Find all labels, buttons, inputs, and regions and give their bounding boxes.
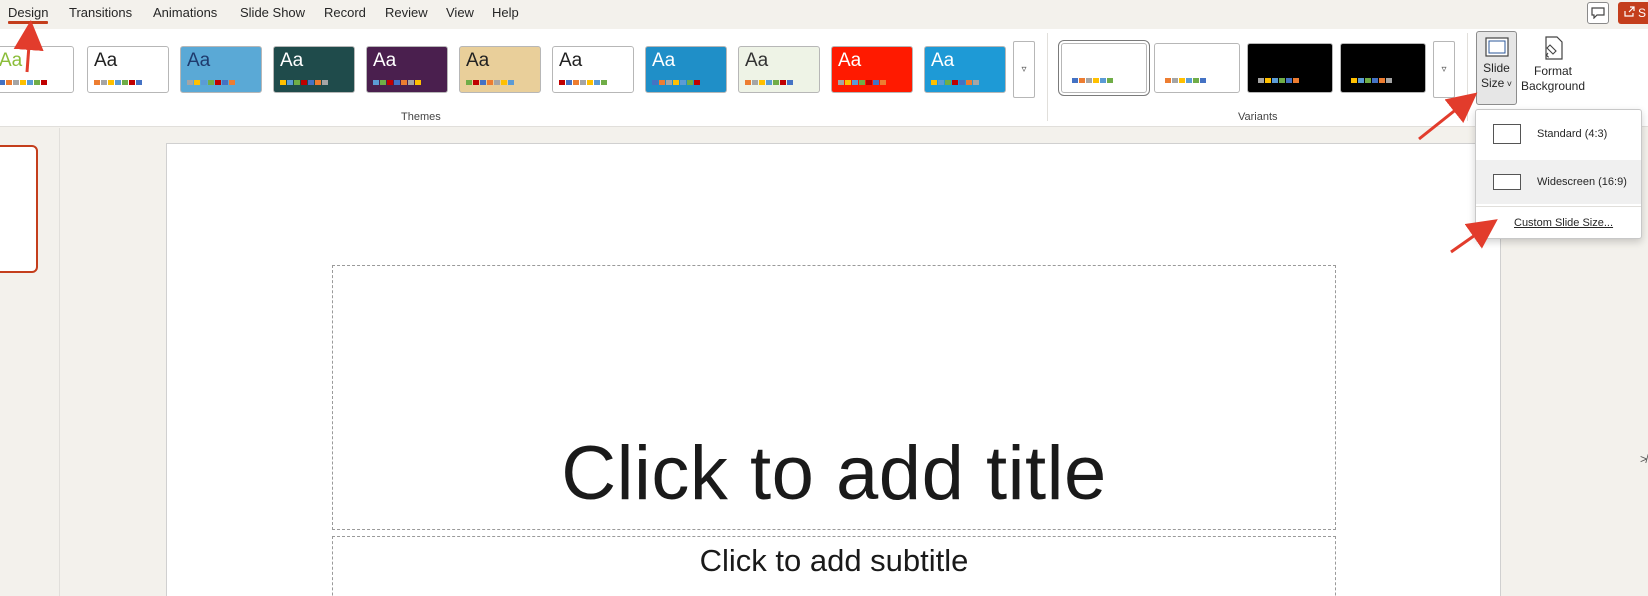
theme-aa-preview: Aa (931, 50, 955, 71)
menu-divider (1476, 206, 1641, 207)
variant-color-swatches (1165, 78, 1206, 83)
theme-aa-preview: Aa (652, 50, 676, 71)
theme-thumbnail[interactable]: Aa (0, 46, 74, 93)
chevron-down-icon: ˅ (1504, 79, 1513, 89)
theme-aa-preview: Aa (94, 50, 118, 71)
theme-thumbnail[interactable]: Aa (366, 46, 448, 93)
theme-thumbnail[interactable]: Aa (924, 46, 1006, 93)
theme-aa-preview: Aa (466, 50, 490, 71)
menu-item-standard[interactable]: Standard (4:3) (1476, 112, 1641, 156)
format-background-button[interactable]: Format Background (1519, 31, 1587, 94)
title-placeholder-text: Click to add title (561, 431, 1107, 516)
variants-group-label: Variants (1238, 111, 1278, 123)
variant-thumbnail[interactable] (1340, 43, 1426, 93)
theme-thumbnail[interactable]: Aa (552, 46, 634, 93)
theme-aa-preview: Aa (559, 50, 583, 71)
variant-color-swatches (1258, 78, 1299, 83)
ribbon-tab-bar: Design Transitions Animations Slide Show… (0, 0, 1648, 27)
slide-size-menu: Standard (4:3) Widescreen (16:9) Custom … (1475, 109, 1642, 239)
variant-thumbnail[interactable] (1247, 43, 1333, 93)
slide-size-button[interactable]: Slide Size ˅ (1476, 31, 1517, 105)
standard-ratio-icon (1493, 124, 1521, 144)
slide-canvas[interactable]: Click to add title Click to add subtitle (166, 143, 1501, 596)
variant-thumbnail[interactable] (1154, 43, 1240, 93)
ribbon-separator (1467, 33, 1468, 121)
slide-thumbnails-pane (0, 128, 60, 596)
share-button[interactable]: S (1618, 2, 1648, 24)
format-background-label-2: Background (1520, 79, 1586, 93)
themes-more-button[interactable]: ▿ (1013, 41, 1035, 98)
theme-color-swatches (373, 80, 421, 85)
subtitle-placeholder[interactable]: Click to add subtitle (332, 536, 1336, 596)
themes-group-label: Themes (401, 111, 441, 123)
variant-thumbnail[interactable] (1058, 40, 1150, 96)
menu-item-widescreen[interactable]: Widescreen (16:9) (1476, 160, 1641, 204)
theme-aa-preview: Aa (745, 50, 769, 71)
menu-item-standard-label: Standard (4:3) (1537, 128, 1608, 140)
tab-help[interactable]: Help (492, 5, 519, 20)
ribbon-separator (1047, 33, 1048, 121)
variants-more-button[interactable]: ▿ (1433, 41, 1455, 98)
tab-view[interactable]: View (446, 5, 474, 20)
theme-color-swatches (931, 80, 979, 85)
menu-item-custom-slide-size[interactable]: Custom Slide Size... (1514, 217, 1613, 229)
tab-animations[interactable]: Animations (153, 5, 217, 20)
slide-size-label-2: Size (1480, 76, 1505, 90)
theme-thumbnail[interactable]: Aa (273, 46, 355, 93)
theme-color-swatches (652, 80, 700, 85)
theme-color-swatches (187, 80, 235, 85)
slide-size-label-1: Slide (1483, 61, 1510, 75)
comment-icon[interactable] (1587, 2, 1609, 24)
theme-color-swatches (0, 80, 47, 85)
share-label: S (1638, 6, 1647, 20)
widescreen-ratio-icon (1493, 174, 1521, 190)
theme-thumbnail[interactable]: Aa (831, 46, 913, 93)
variant-color-swatches (1072, 78, 1113, 83)
tab-slide-show[interactable]: Slide Show (240, 5, 305, 20)
ribbon-design: Aa Aa Aa Aa Aa Aa Aa Aa Aa Aa Aa ▿ Themes ▿ Varian… (0, 29, 1648, 127)
theme-thumbnail[interactable]: Aa (180, 46, 262, 93)
theme-aa-preview: Aa (0, 50, 23, 71)
theme-aa-preview: Aa (373, 50, 397, 71)
theme-color-swatches (745, 80, 793, 85)
theme-thumbnail[interactable]: Aa (645, 46, 727, 93)
variant-color-swatches (1351, 78, 1392, 83)
slide-size-icon (1484, 36, 1510, 58)
tab-record[interactable]: Record (324, 5, 366, 20)
theme-color-swatches (838, 80, 886, 85)
menu-item-widescreen-label: Widescreen (16:9) (1537, 176, 1627, 188)
title-placeholder[interactable]: Click to add title (332, 265, 1336, 530)
chevron-down-icon: ▿ (1441, 64, 1447, 75)
share-icon (1624, 6, 1635, 20)
format-background-icon (1540, 35, 1566, 61)
chevron-down-icon: ▿ (1021, 64, 1027, 75)
theme-color-swatches (559, 80, 607, 85)
theme-color-swatches (280, 80, 328, 85)
tab-design[interactable]: Design (8, 5, 49, 24)
theme-color-swatches (94, 80, 142, 85)
tab-review[interactable]: Review (385, 5, 428, 20)
theme-thumbnail[interactable]: Aa (459, 46, 541, 93)
theme-aa-preview: Aa (838, 50, 862, 71)
collapse-pane-icon[interactable]: ≯ (1640, 452, 1647, 466)
slide-size-label-row: Size ˅ (1477, 76, 1516, 92)
theme-aa-preview: Aa (280, 50, 304, 71)
slide-thumbnail-1[interactable] (0, 145, 38, 273)
tab-transitions[interactable]: Transitions (69, 5, 132, 20)
theme-aa-preview: Aa (187, 50, 211, 71)
theme-thumbnail[interactable]: Aa (738, 46, 820, 93)
theme-color-swatches (466, 80, 514, 85)
subtitle-placeholder-text: Click to add subtitle (699, 543, 969, 578)
theme-thumbnail[interactable]: Aa (87, 46, 169, 93)
format-background-label-1: Format (1533, 64, 1572, 78)
